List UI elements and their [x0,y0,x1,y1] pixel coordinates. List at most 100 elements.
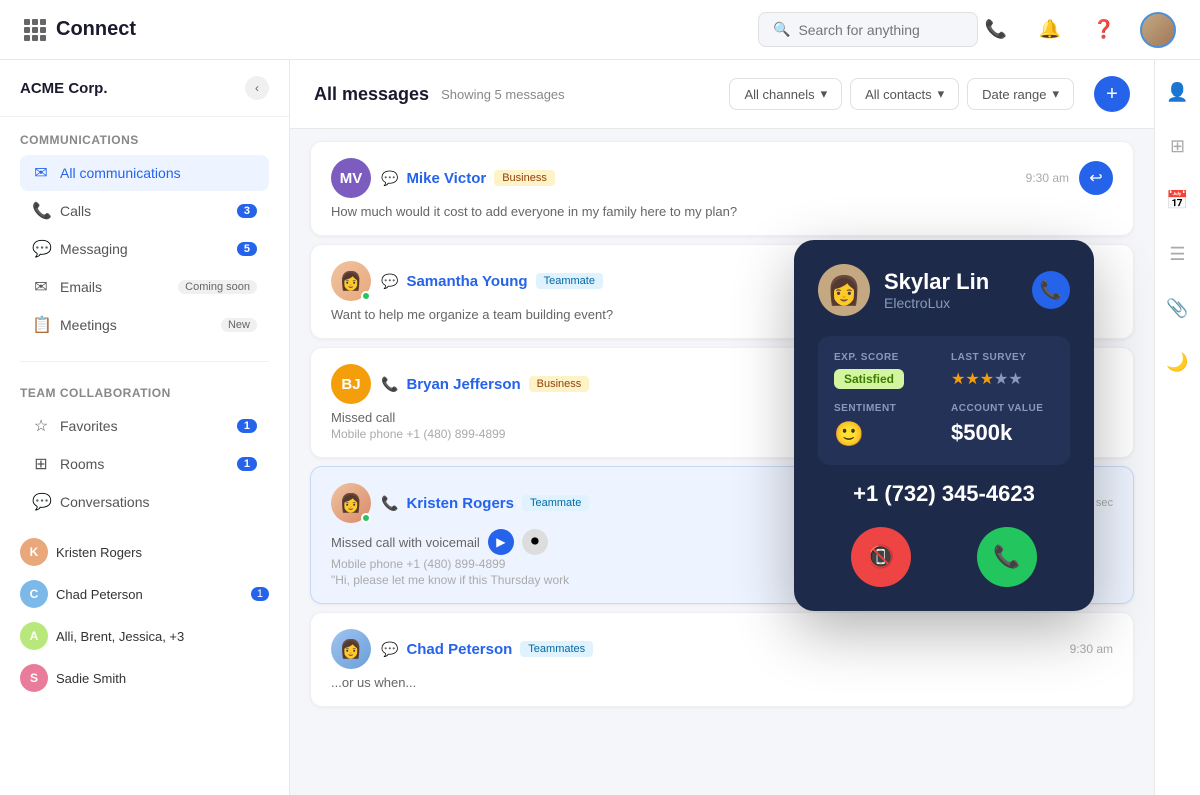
add-button[interactable]: + [1094,76,1130,112]
filter-date-range[interactable]: Date range ▾ [967,78,1074,110]
online-dot-samantha [361,291,371,301]
call-card-header: 👩 Skylar Lin ElectroLux 📞 [818,264,1070,316]
phone-icon-bryan: 📞 [381,376,398,393]
content-title: All messages [314,84,429,105]
sidebar-label-conversations: Conversations [60,494,257,510]
nav-icons: 📞 🔔 ❓ [978,12,1176,48]
user-avatar[interactable] [1140,12,1176,48]
avatar-bryan: BJ [331,364,371,404]
msg-body-kristen: Missed call with voicemail [331,535,480,550]
messaging-icon: 💬 [32,239,50,259]
msg-tag-bryan: Business [529,376,590,392]
conv-name-kristen: Kristen Rogers [56,545,269,560]
exp-score-label: EXP. SCORE [834,352,937,363]
team-title: Team collaboration [20,386,269,400]
avatar-wrap-chad: 👩 [331,629,371,669]
msg-name-samantha: Samantha Young [406,273,527,290]
conv-item-group[interactable]: A Alli, Brent, Jessica, +3 [8,616,281,656]
bell-icon[interactable]: 🔔 [1032,12,1068,48]
sidebar-item-conversations[interactable]: 💬 Conversations [20,484,269,520]
top-nav: Connect 🔍 📞 🔔 ❓ [0,0,1200,60]
account-value: $500k [951,420,1054,446]
conv-item-sadie[interactable]: S Sadie Smith [8,658,281,698]
msg-tag-samantha: Teammate [536,273,603,289]
play-voicemail-button[interactable]: ▶ [488,529,514,555]
answer-call-button[interactable]: 📞 [977,527,1037,587]
filter-date-label: Date range [982,87,1046,102]
sidebar-item-meetings[interactable]: 📋 Meetings New [20,307,269,343]
search-bar[interactable]: 🔍 [758,12,978,47]
chat-icon-mike: 💬 [381,170,398,187]
sentiment-label: SENTIMENT [834,403,937,414]
sidebar-item-emails[interactable]: ✉ Emails Coming soon [20,269,269,305]
sidebar-item-all-communications[interactable]: ✉ All communications [20,155,269,191]
exp-score-section: EXP. SCORE Satisfied [834,352,937,389]
msg-header-mike: MV 💬 Mike Victor Business 9:30 am ↩ [331,158,1113,198]
phone-icon[interactable]: 📞 [978,12,1014,48]
end-call-button[interactable]: 📵 [851,527,911,587]
account-value-label: ACCOUNT VALUE [951,403,1054,414]
last-survey-label: LAST SURVEY [951,352,1054,363]
sidebar-label-calls: Calls [60,203,227,219]
main-layout: ACME Corp. ‹ Communications ✉ All commun… [0,60,1200,795]
conv-avatar-group: A [20,622,48,650]
sidebar-label-all-comms: All communications [60,165,257,181]
msg-info-chad: 💬 Chad Peterson Teammates [381,641,1060,658]
conv-item-kristen[interactable]: K Kristen Rogers [8,532,281,572]
sidebar-item-rooms[interactable]: ⊞ Rooms 1 [20,446,269,482]
help-icon[interactable]: ❓ [1086,12,1122,48]
account-value-section: ACCOUNT VALUE $500k [951,403,1054,449]
rooms-icon: ⊞ [32,454,50,474]
sidebar-item-favorites[interactable]: ☆ Favorites 1 [20,408,269,444]
content-area: All messages Showing 5 messages All chan… [290,60,1154,795]
chevron-down-icon-3: ▾ [1052,86,1059,102]
message-card-chad[interactable]: 👩 💬 Chad Peterson Teammates 9:30 am ...o… [310,612,1134,707]
call-card-identity: Skylar Lin ElectroLux [884,269,989,311]
msg-header-chad: 👩 💬 Chad Peterson Teammates 9:30 am [331,629,1113,669]
emails-badge: Coming soon [178,280,257,294]
msg-name-kristen: Kristen Rogers [406,495,514,512]
call-card-stats: EXP. SCORE Satisfied LAST SURVEY ★★★★★ S… [818,336,1070,465]
calls-icon: 📞 [32,201,50,221]
avatar-wrap-kristen: 👩 [331,483,371,523]
showing-text: Showing 5 messages [441,87,565,102]
moon-icon[interactable]: 🌙 [1162,346,1194,378]
phone-icon-kristen: 📞 [381,495,398,512]
filter-group: All channels ▾ All contacts ▾ Date range… [729,78,1074,110]
message-card-mike-victor[interactable]: MV 💬 Mike Victor Business 9:30 am ↩ How … [310,141,1134,236]
search-input[interactable] [798,22,963,38]
filter-all-contacts[interactable]: All contacts ▾ [850,78,959,110]
stop-voicemail-button[interactable]: ⏺ [522,529,548,555]
call-card: 👩 Skylar Lin ElectroLux 📞 EXP. SCORE Sat… [794,240,1094,611]
chat-icon-chad: 💬 [381,641,398,658]
online-dot-kristen [361,513,371,523]
msg-time-mike: 9:30 am [1026,171,1069,185]
calendar-icon[interactable]: 📅 [1162,184,1194,216]
avatar-mike: MV [331,158,371,198]
call-card-phone-icon[interactable]: 📞 [1032,271,1070,309]
sidebar-item-calls[interactable]: 📞 Calls 3 [20,193,269,229]
sidebar-item-messaging[interactable]: 💬 Messaging 5 [20,231,269,267]
conv-item-chad[interactable]: C Chad Peterson 1 [8,574,281,614]
filter-contacts-label: All contacts [865,87,931,102]
msg-body-mike: How much would it cost to add everyone i… [331,204,1113,219]
call-actions: 📵 📞 [818,527,1070,587]
communications-title: Communications [20,133,269,147]
filter-channels-label: All channels [744,87,814,102]
msg-name-chad: Chad Peterson [406,641,512,658]
reply-button-mike[interactable]: ↩ [1079,161,1113,195]
person-icon[interactable]: 👤 [1162,76,1194,108]
sentiment-emoji: 🙂 [834,421,864,448]
list-icon[interactable]: ☰ [1162,238,1194,270]
grid-view-icon[interactable]: ⊞ [1162,130,1194,162]
filter-all-channels[interactable]: All channels ▾ [729,78,842,110]
collapse-sidebar-button[interactable]: ‹ [245,76,269,100]
chevron-down-icon: ▾ [821,86,828,102]
avatar-chad: 👩 [331,629,371,669]
search-icon: 🔍 [773,21,790,38]
attachment-icon[interactable]: 📎 [1162,292,1194,324]
grid-icon[interactable] [24,19,46,41]
avatar-wrap-samantha: 👩 [331,261,371,301]
meetings-badge: New [221,318,257,332]
conv-avatar-sadie: S [20,664,48,692]
